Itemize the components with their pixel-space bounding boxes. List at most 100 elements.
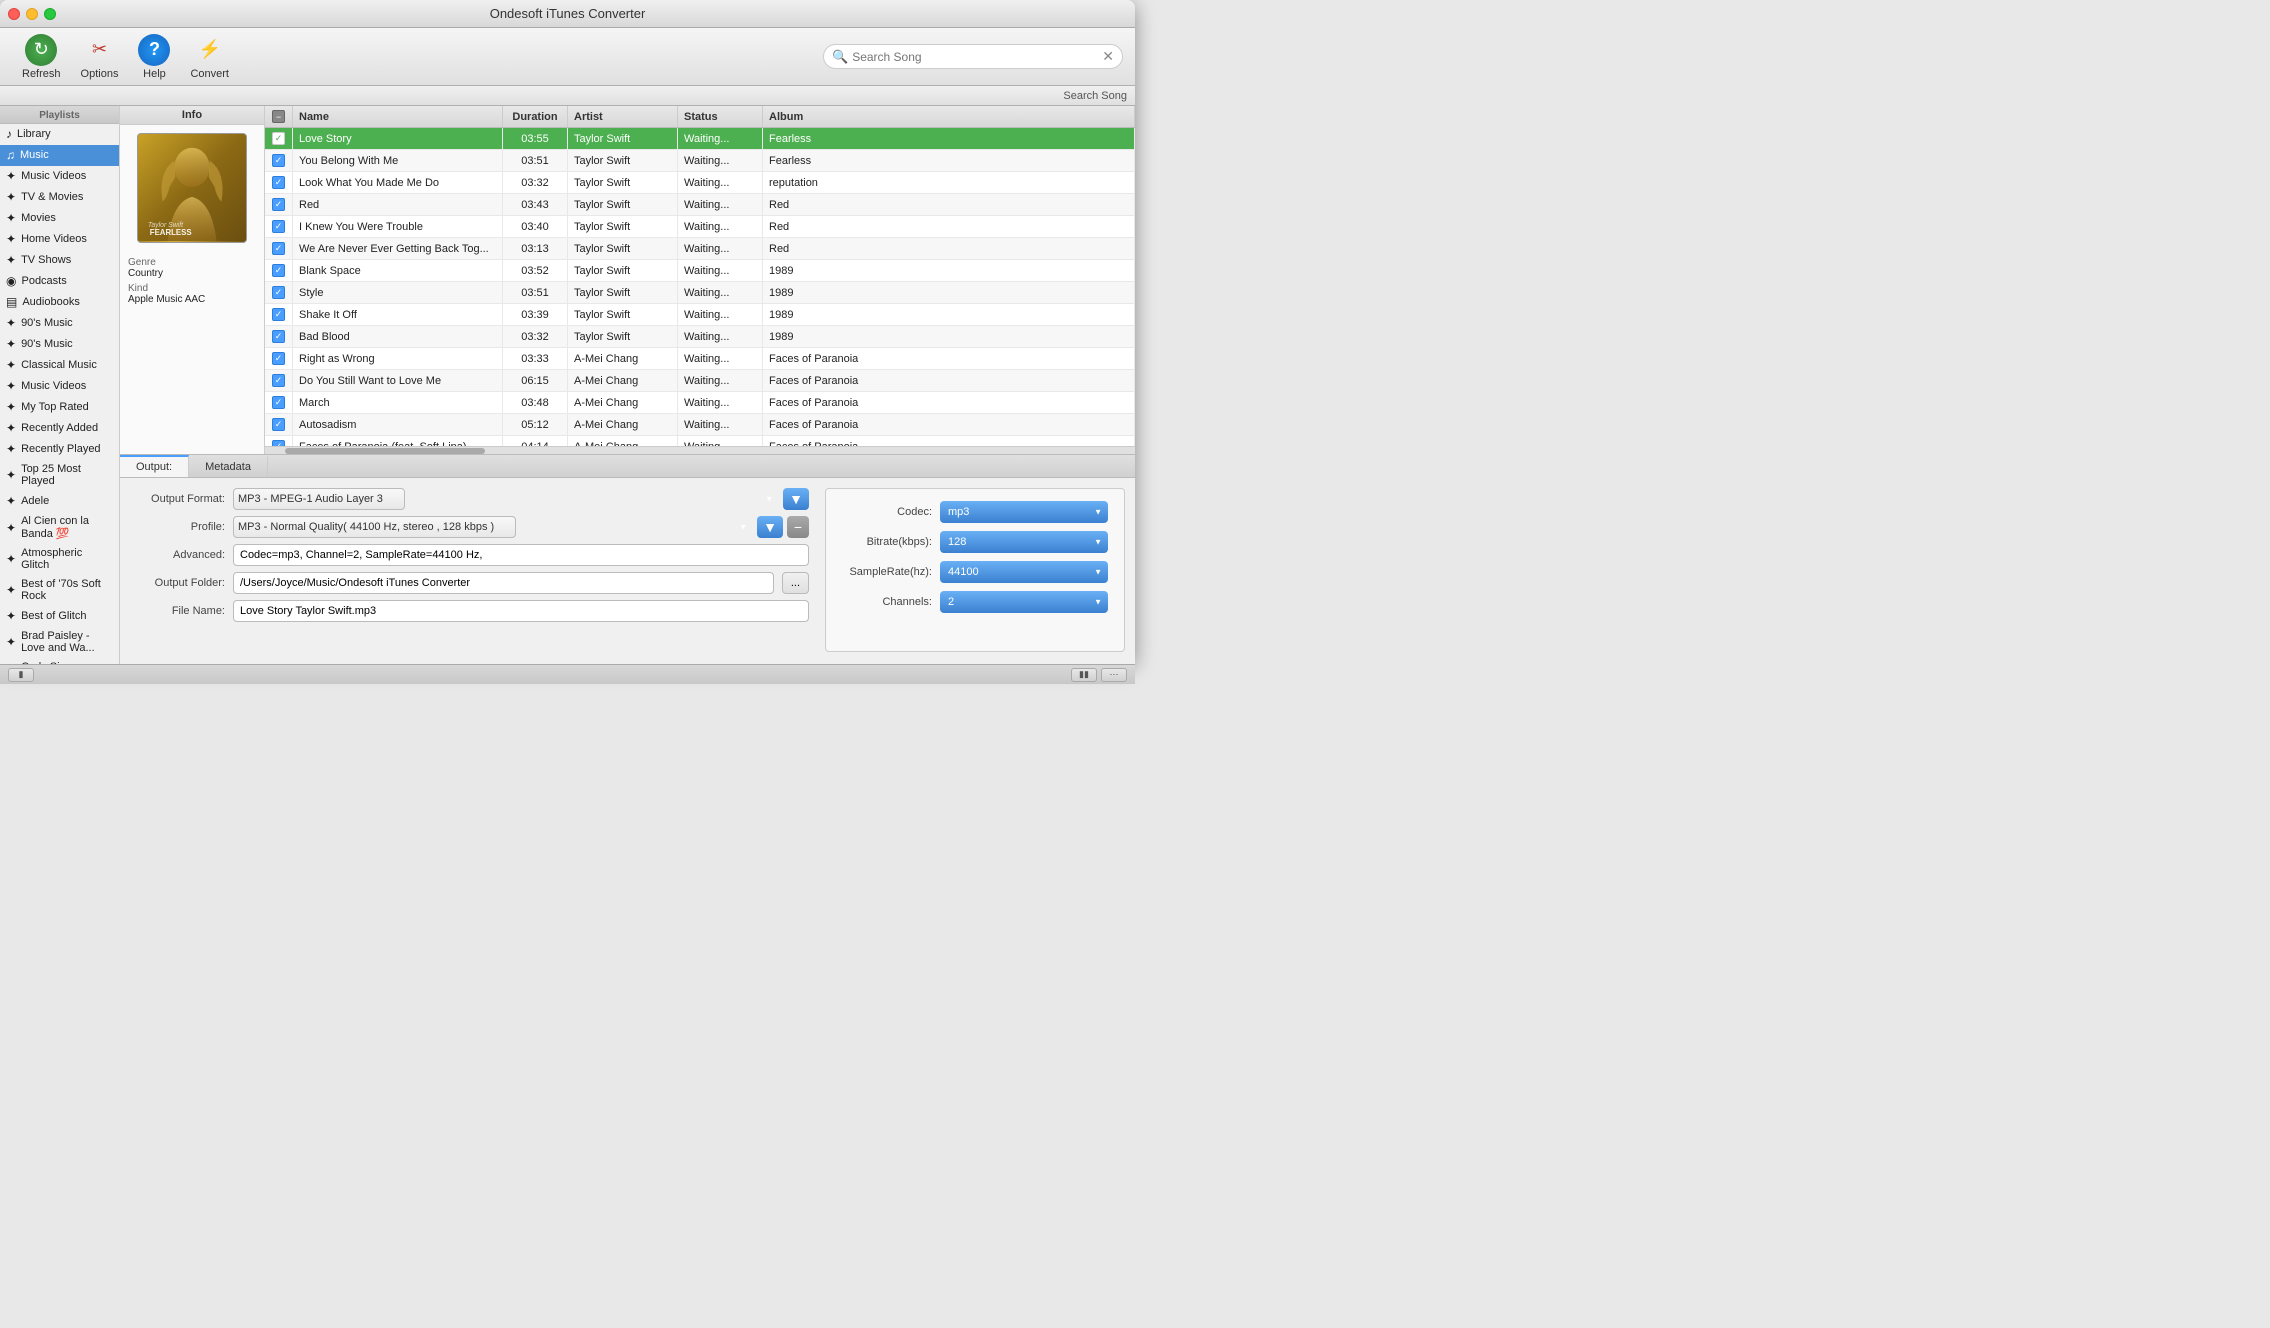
table-cell: Taylor Swift — [568, 238, 678, 259]
sidebar-item-90s-1[interactable]: ✦ 90's Music — [0, 313, 119, 334]
table-row[interactable]: ✓Style03:51Taylor SwiftWaiting...1989 — [265, 282, 1135, 304]
row-checkbox[interactable]: ✓ — [265, 150, 293, 171]
sidebar-item-atmospheric[interactable]: ✦ Atmospheric Glitch — [0, 544, 119, 575]
row-checkbox[interactable]: ✓ — [265, 326, 293, 347]
row-checkbox[interactable]: ✓ — [265, 282, 293, 303]
table-cell: 03:48 — [503, 392, 568, 413]
table-row[interactable]: ✓Right as Wrong03:33A-Mei ChangWaiting..… — [265, 348, 1135, 370]
play-button[interactable]: ▮ — [8, 668, 34, 682]
content-area: Info — [120, 106, 1135, 664]
sidebar-item-label: Atmospheric Glitch — [21, 547, 113, 571]
sidebar-item-recently-added[interactable]: ✦ Recently Added — [0, 418, 119, 439]
sidebar-item-label: Audiobooks — [22, 296, 80, 308]
tab-output[interactable]: Output: — [120, 455, 189, 477]
maximize-button[interactable] — [44, 8, 56, 20]
search-clear-icon[interactable]: ✕ — [1102, 48, 1114, 65]
sidebar-item-music-videos[interactable]: ✦ Music Videos — [0, 166, 119, 187]
table-row[interactable]: ✓We Are Never Ever Getting Back Tog...03… — [265, 238, 1135, 260]
sidebar-item-home-videos[interactable]: ✦ Home Videos — [0, 229, 119, 250]
sidebar-item-al-cien[interactable]: ✦ Al Cien con la Banda 💯 — [0, 512, 119, 544]
th-checkbox[interactable]: − — [265, 106, 293, 127]
row-checkbox[interactable]: ✓ — [265, 216, 293, 237]
options-button[interactable]: ✂ Options — [71, 30, 129, 84]
table-row[interactable]: ✓Shake It Off03:39Taylor SwiftWaiting...… — [265, 304, 1135, 326]
table-row[interactable]: ✓Red03:43Taylor SwiftWaiting...Red — [265, 194, 1135, 216]
sidebar-item-tv-movies[interactable]: ✦ TV & Movies — [0, 187, 119, 208]
sidebar-item-best-glitch[interactable]: ✦ Best of Glitch — [0, 606, 119, 627]
sidebar-item-adele[interactable]: ✦ Adele — [0, 491, 119, 512]
row-checkbox[interactable]: ✓ — [265, 370, 293, 391]
profile-dropdown-btn[interactable]: ▼ — [757, 516, 783, 538]
table-row[interactable]: ✓Love Story03:55Taylor SwiftWaiting...Fe… — [265, 128, 1135, 150]
row-checkbox[interactable]: ✓ — [265, 304, 293, 325]
select-all-checkbox[interactable]: − — [272, 110, 285, 123]
output-format-dropdown-btn[interactable]: ▼ — [783, 488, 809, 510]
bitrate-select-wrap: 128 — [940, 531, 1108, 553]
more-button[interactable]: ⋯ — [1101, 668, 1127, 682]
browse-button[interactable]: ... — [782, 572, 809, 594]
samplerate-select[interactable]: 44100 — [940, 561, 1108, 583]
table-row[interactable]: ✓March03:48A-Mei ChangWaiting...Faces of… — [265, 392, 1135, 414]
table-cell: Waiting... — [678, 348, 763, 369]
search-input[interactable] — [852, 50, 1102, 64]
sidebar-item-library[interactable]: ♪ Library — [0, 124, 119, 145]
convert-button[interactable]: ⚡ Convert — [180, 30, 239, 84]
advanced-input[interactable] — [233, 544, 809, 566]
sidebar-item-brad[interactable]: ✦ Brad Paisley - Love and Wa... — [0, 627, 119, 658]
row-checkbox[interactable]: ✓ — [265, 128, 293, 149]
traffic-lights — [8, 8, 56, 20]
scrollbar-thumb[interactable] — [285, 448, 485, 454]
bitrate-select[interactable]: 128 — [940, 531, 1108, 553]
row-checkbox[interactable]: ✓ — [265, 392, 293, 413]
file-name-input[interactable] — [233, 600, 809, 622]
sidebar-item-audiobooks[interactable]: ▤ Audiobooks — [0, 292, 119, 313]
sidebar-item-tv-shows[interactable]: ✦ TV Shows — [0, 250, 119, 271]
sidebar-item-best70s[interactable]: ✦ Best of '70s Soft Rock — [0, 575, 119, 606]
checkbox-icon: ✓ — [272, 374, 285, 387]
output-format-select[interactable]: MP3 - MPEG-1 Audio Layer 3 — [233, 488, 405, 510]
row-checkbox[interactable]: ✓ — [265, 238, 293, 259]
row-checkbox[interactable]: ✓ — [265, 260, 293, 281]
table-row[interactable]: ✓Look What You Made Me Do03:32Taylor Swi… — [265, 172, 1135, 194]
horizontal-scrollbar[interactable] — [265, 446, 1135, 454]
sidebar-item-recently-played[interactable]: ✦ Recently Played — [0, 439, 119, 460]
sidebar-item-classical[interactable]: ✦ Classical Music — [0, 355, 119, 376]
table-row[interactable]: ✓Bad Blood03:32Taylor SwiftWaiting...198… — [265, 326, 1135, 348]
row-checkbox[interactable]: ✓ — [265, 348, 293, 369]
refresh-button[interactable]: ↻ Refresh — [12, 30, 71, 84]
row-checkbox[interactable]: ✓ — [265, 172, 293, 193]
sidebar-item-label: Recently Played — [21, 443, 101, 455]
help-button[interactable]: ? Help — [128, 30, 180, 84]
info-metadata: Genre Country Kind Apple Music AAC — [120, 251, 264, 311]
sidebar-item-carly[interactable]: ✦ Carly Simon - Chimes of... — [0, 658, 119, 664]
sidebar-item-my-top-rated[interactable]: ✦ My Top Rated — [0, 397, 119, 418]
table-row[interactable]: ✓I Knew You Were Trouble03:40Taylor Swif… — [265, 216, 1135, 238]
table-cell: 03:32 — [503, 172, 568, 193]
sidebar-item-movies[interactable]: ✦ Movies — [0, 208, 119, 229]
table-row[interactable]: ✓Do You Still Want to Love Me06:15A-Mei … — [265, 370, 1135, 392]
output-folder-input[interactable] — [233, 572, 774, 594]
tab-metadata[interactable]: Metadata — [189, 455, 268, 477]
sidebar-item-podcasts[interactable]: ◉ Podcasts — [0, 271, 119, 292]
status-right: ▮▮ ⋯ — [1071, 668, 1127, 682]
profile-minus-btn[interactable]: − — [787, 516, 809, 538]
sidebar-item-top25[interactable]: ✦ Top 25 Most Played — [0, 460, 119, 491]
codec-select[interactable]: mp3 — [940, 501, 1108, 523]
table-row[interactable]: ✓Autosadism05:12A-Mei ChangWaiting...Fac… — [265, 414, 1135, 436]
table-row[interactable]: ✓Faces of Paranoia (feat. Soft Lipa)04:1… — [265, 436, 1135, 446]
pause-button[interactable]: ▮▮ — [1071, 668, 1097, 682]
music-icon: ♫ — [6, 148, 15, 162]
row-checkbox[interactable]: ✓ — [265, 194, 293, 215]
table-row[interactable]: ✓Blank Space03:52Taylor SwiftWaiting...1… — [265, 260, 1135, 282]
minimize-button[interactable] — [26, 8, 38, 20]
row-checkbox[interactable]: ✓ — [265, 414, 293, 435]
close-button[interactable] — [8, 8, 20, 20]
channels-select[interactable]: 2 — [940, 591, 1108, 613]
profile-select[interactable]: MP3 - Normal Quality( 44100 Hz, stereo ,… — [233, 516, 516, 538]
sidebar-item-90s-2[interactable]: ✦ 90's Music — [0, 334, 119, 355]
row-checkbox[interactable]: ✓ — [265, 436, 293, 446]
table-row[interactable]: ✓You Belong With Me03:51Taylor SwiftWait… — [265, 150, 1135, 172]
sidebar-item-music-videos-2[interactable]: ✦ Music Videos — [0, 376, 119, 397]
sidebar-item-music[interactable]: ♫ Music — [0, 145, 119, 166]
playlist-icon: ✦ — [6, 421, 16, 435]
